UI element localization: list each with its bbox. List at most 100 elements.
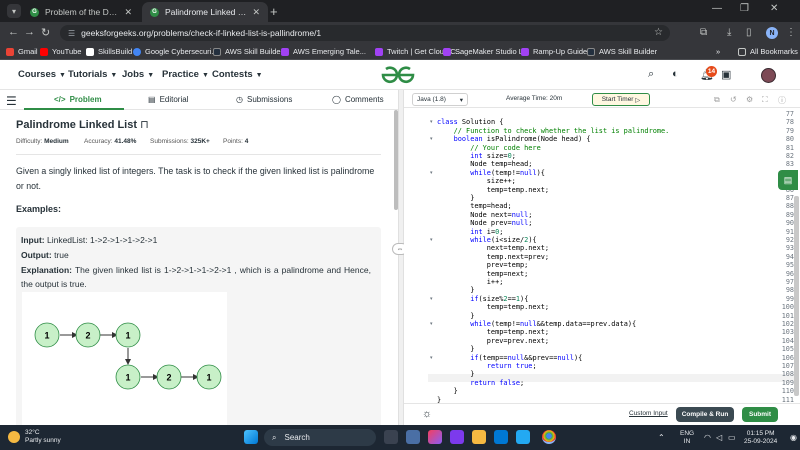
fold-chevron-icon[interactable]: ▾ [430, 321, 433, 327]
bookmark-gmail[interactable]: Gmail [6, 47, 38, 56]
forward-arrow-icon[interactable]: → [24, 26, 35, 38]
info-icon[interactable]: ⓘ [778, 95, 786, 106]
taskbar-search[interactable]: ⌕ Search [264, 429, 376, 446]
profile-avatar[interactable]: N [766, 27, 778, 39]
back-arrow-icon[interactable]: ← [8, 26, 19, 38]
start-timer-button[interactable]: Start Timer ▷ [592, 93, 650, 106]
nav-tutorials[interactable]: Tutorials ▼ [68, 69, 117, 80]
line-number: 105 [781, 345, 794, 354]
chrome-taskbar-icon[interactable] [542, 430, 556, 444]
minimize-window-icon[interactable]: — [712, 3, 722, 14]
extensions-icon[interactable]: ⧉ [700, 27, 707, 38]
system-clock[interactable]: 01:15 PM 25-09-2024 [744, 430, 777, 446]
close-tab-icon[interactable]: ✕ [252, 7, 260, 18]
file-explorer-icon[interactable] [472, 430, 486, 444]
editor-scrollbar[interactable] [794, 196, 799, 396]
example-box: Input: LinkedList: 1->2->1->1->2->1 Outp… [16, 227, 381, 425]
code-line: int size=0; [470, 152, 516, 160]
bookmark-aws-skill-builder-2[interactable]: AWS Skill Builder [587, 47, 657, 56]
settings-icon[interactable]: ⚙ [746, 95, 753, 104]
language-select[interactable]: Java (1.8) ▾ [412, 93, 468, 106]
line-number: 102 [781, 320, 794, 328]
lightbulb-icon[interactable]: ☼ [422, 408, 432, 420]
bookmark-sagemaker[interactable]: SageMaker Studio L... [443, 47, 529, 56]
battery-icon[interactable]: ▭ [728, 433, 736, 442]
notification-center-icon[interactable]: ◉ [790, 433, 797, 442]
fold-chevron-icon[interactable]: ▾ [430, 136, 433, 142]
chat-icon[interactable]: ▤ [778, 170, 798, 190]
line-number: 82 [785, 152, 794, 160]
all-bookmarks[interactable]: All Bookmarks [738, 47, 798, 56]
copilot-icon[interactable] [428, 430, 442, 444]
youtube-icon [40, 47, 48, 56]
chrome-menu-icon[interactable]: ⋮ [786, 27, 796, 38]
fold-chevron-icon[interactable]: ▾ [430, 355, 433, 361]
reset-icon[interactable]: ↺ [730, 95, 737, 104]
widgets-icon[interactable] [406, 430, 420, 444]
nav-practice[interactable]: Practice ▼ [162, 69, 209, 80]
fullscreen-icon[interactable]: ⛶ [762, 95, 768, 105]
bookmark-aws-skill-builder[interactable]: AWS Skill Builder [213, 47, 283, 56]
bookmark-youtube[interactable]: YouTube [40, 47, 81, 56]
code-line: prev=prev.next; [437, 336, 550, 345]
weather-widget[interactable]: 32°C Partly sunny [8, 429, 61, 445]
nav-jobs[interactable]: Jobs ▼ [122, 69, 154, 80]
user-avatar[interactable] [761, 68, 776, 83]
nav-contests[interactable]: Contests ▼ [212, 69, 263, 80]
side-panel-icon[interactable]: ▯ [746, 27, 752, 38]
maximize-window-icon[interactable]: ❐ [740, 3, 749, 14]
code-editor[interactable]: 77 78 ▾ class Solution {79 // Function to c… [404, 108, 794, 403]
bookmark-google-cybersecurity[interactable]: Google Cybersecuri... [133, 47, 218, 56]
browser-tab-palindrome-linked-list[interactable]: G Palindrome Linked List | Practic ✕ [142, 2, 268, 22]
tab-editorial[interactable]: ▤ Editorial [148, 95, 188, 104]
close-tab-icon[interactable]: ✕ [124, 7, 132, 18]
fold-chevron-icon[interactable]: ▾ [430, 119, 433, 125]
windows-start-icon[interactable] [244, 430, 258, 444]
tab-comments[interactable]: ◯ Comments [332, 95, 384, 104]
skillsbuild-icon [86, 47, 94, 56]
address-bar[interactable]: ☰ geeksforgeeks.org/problems/check-if-li… [60, 25, 670, 41]
editor-toolbar: Java (1.8) ▾ Average Time: 20m Start Time… [404, 90, 800, 108]
dark-mode-icon[interactable]: ◐ [672, 68, 679, 80]
bookmark-ramp-up-guides[interactable]: Ramp-Up Guides [521, 47, 591, 56]
app-icon[interactable] [450, 430, 464, 444]
bookmark-star-icon[interactable]: ☆ [654, 27, 663, 38]
bookmark-aws-emerging-talent[interactable]: AWS Emerging Tale... [281, 47, 366, 56]
tray-overflow-icon[interactable]: ⌃ [658, 433, 665, 442]
site-header: Courses ▼ Tutorials ▼ Jobs ▼ Practice ▼ Cont… [0, 60, 800, 90]
copy-icon[interactable]: ⧉ [714, 95, 720, 105]
gfg-logo[interactable] [380, 65, 416, 85]
volume-icon[interactable]: ◁ [716, 433, 722, 442]
google-icon [133, 47, 141, 56]
line-number: 104 [781, 336, 794, 345]
line-number: 80 [785, 135, 794, 144]
tab-problem[interactable]: </> Problem [54, 95, 102, 104]
store-icon[interactable] [494, 430, 508, 444]
translate-icon[interactable]: ▣ [721, 68, 731, 81]
new-tab-icon[interactable]: + [270, 4, 278, 19]
submit-button[interactable]: Submit [742, 407, 778, 422]
fold-chevron-icon[interactable]: ▾ [430, 237, 433, 243]
language-indicator[interactable]: ENG IN [680, 430, 694, 446]
site-info-icon[interactable]: ☰ [68, 29, 75, 38]
bookmark-skillsbuild[interactable]: SkillsBuild [86, 47, 132, 56]
custom-input-link[interactable]: Custom Input [629, 410, 668, 417]
tab-search-icon[interactable]: ▾ [7, 4, 21, 18]
browser-tab-problem-of-the-day[interactable]: G Problem of the Day | GeeksforG ✕ [22, 2, 140, 22]
nav-courses[interactable]: Courses ▼ [18, 69, 66, 80]
download-icon[interactable]: ⤓ [727, 27, 731, 38]
hamburger-menu-icon[interactable]: ☰ [6, 94, 17, 108]
tab-submissions[interactable]: ◷ Submissions [236, 95, 292, 104]
fold-chevron-icon[interactable]: ▾ [430, 296, 433, 302]
bookmarks-overflow-icon[interactable]: » [716, 47, 720, 56]
linked-list-diagram: 1 2 1 1 2 1 [22, 292, 227, 425]
close-window-icon[interactable]: ✕ [770, 3, 778, 14]
search-icon[interactable]: ⌕ [648, 68, 654, 81]
task-view-icon[interactable] [384, 430, 398, 444]
bookmark-icon[interactable]: ⊓ [140, 119, 149, 131]
compile-run-button[interactable]: Compile & Run [676, 407, 734, 422]
fold-chevron-icon[interactable]: ▾ [430, 170, 433, 176]
reload-icon[interactable]: ↻ [41, 26, 50, 39]
wifi-icon[interactable]: ◠ [704, 433, 711, 442]
vscode-icon[interactable] [516, 430, 530, 444]
